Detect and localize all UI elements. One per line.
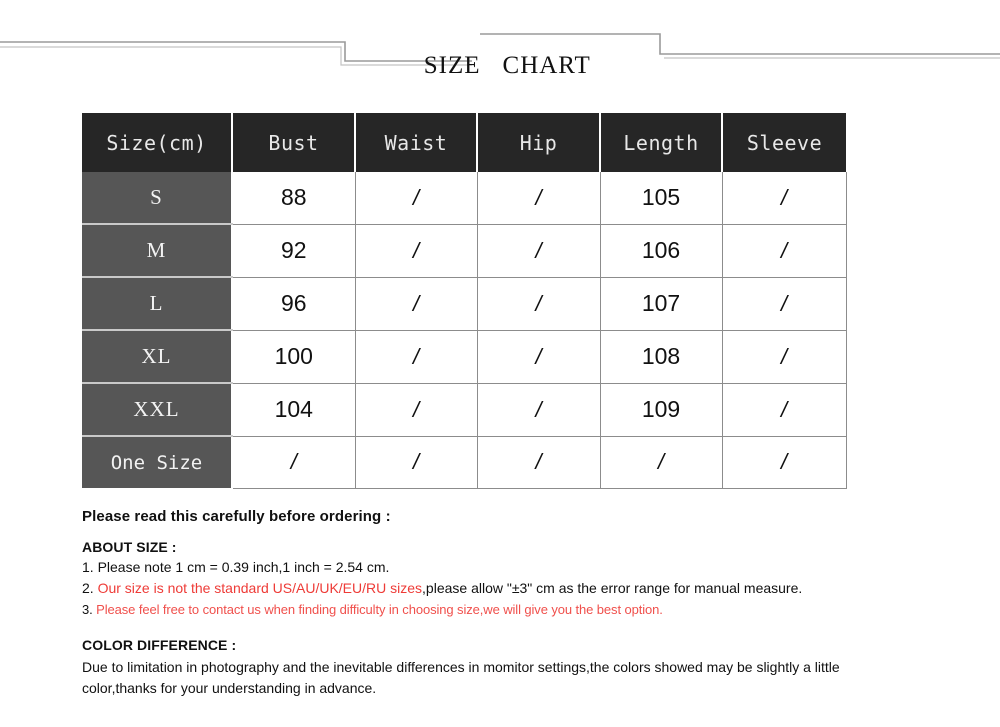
measurement-cell: /: [355, 277, 478, 331]
measurement-cell: 92: [232, 224, 356, 278]
size-label-cell: XL: [82, 330, 233, 384]
measurement-cell: /: [722, 383, 847, 437]
about-size-line-3-number: 3.: [82, 601, 93, 617]
table-row: S 88//105/: [82, 172, 847, 225]
notes-heading: Please read this carefully before orderi…: [82, 508, 391, 525]
measurement-cell: 100: [232, 330, 356, 384]
measurement-cell: /: [722, 436, 847, 489]
about-size-line-1: 1. Please note 1 cm = 0.39 inch,1 inch =…: [82, 559, 390, 575]
table-header-row: Size(cm) Bust Waist Hip Length Sleeve: [82, 113, 846, 172]
measurement-cell: /: [722, 172, 847, 225]
about-size-line-2: 2. Our size is not the standard US/AU/UK…: [82, 579, 932, 598]
size-chart-table-container: Size(cm) Bust Waist Hip Length Sleeve S8…: [82, 113, 847, 489]
measurement-cell: 108: [600, 330, 723, 384]
table-row: M 92//106/: [82, 224, 847, 278]
measurement-cell: 107: [600, 277, 723, 331]
about-size-heading: ABOUT SIZE :: [82, 539, 177, 555]
table-row: XL 100//108/: [82, 330, 847, 384]
table-body: S 88//105/M 92//106/L 96//107/XL 100//108/XX…: [82, 172, 847, 489]
measurement-cell: /: [477, 436, 601, 489]
about-size-line-3-red: Please feel free to contact us when find…: [92, 601, 663, 617]
page-title-word-chart: CHART: [502, 52, 591, 79]
color-difference-body: Due to limitation in photography and the…: [82, 658, 840, 696]
table-row: L 96//107/: [82, 277, 847, 331]
size-label-cell: M: [82, 224, 233, 278]
column-header-size: Size(cm): [82, 113, 233, 172]
column-header-length: Length: [600, 113, 723, 172]
measurement-cell: /: [232, 436, 356, 489]
about-size-line-3: 3. Please feel free to contact us when f…: [82, 601, 932, 619]
page-title-word-size: SIZE: [423, 52, 481, 79]
column-header-bust: Bust: [232, 113, 356, 172]
measurement-cell: /: [355, 436, 478, 489]
about-size-line-2-number: 2.: [82, 580, 94, 597]
table-row: XXL 104//109/: [82, 383, 847, 437]
about-size-line-2-red: Our size is not the standard US/AU/UK/EU…: [93, 580, 423, 597]
measurement-cell: 105: [600, 172, 723, 225]
size-label-cell: One Size: [82, 436, 233, 488]
measurement-cell: 109: [600, 383, 723, 437]
size-label-cell: XXL: [82, 383, 233, 437]
size-label-cell: L: [82, 277, 233, 331]
measurement-cell: /: [355, 330, 478, 384]
measurement-cell: 88: [232, 172, 356, 225]
measurement-cell: /: [355, 383, 478, 437]
page-title: SIZE CHART: [0, 24, 1000, 80]
measurement-cell: /: [600, 436, 723, 489]
measurement-cell: /: [477, 172, 601, 225]
measurement-cell: 96: [232, 277, 356, 331]
table-header: Size(cm) Bust Waist Hip Length Sleeve: [82, 113, 846, 172]
column-header-hip: Hip: [477, 113, 601, 172]
measurement-cell: /: [477, 383, 601, 437]
measurement-cell: /: [722, 277, 847, 331]
measurement-cell: 106: [600, 224, 723, 278]
measurement-cell: /: [355, 172, 478, 225]
measurement-cell: /: [722, 224, 847, 278]
column-header-waist: Waist: [355, 113, 478, 172]
measurement-cell: /: [477, 277, 601, 331]
measurement-cell: /: [355, 224, 478, 278]
size-chart-table: Size(cm) Bust Waist Hip Length Sleeve S8…: [82, 113, 847, 489]
measurement-cell: /: [722, 330, 847, 384]
about-size-line-2-black: ,please allow "±3" cm as the error range…: [422, 580, 803, 597]
notes-section: Please read this carefully before orderi…: [82, 508, 932, 699]
measurement-cell: /: [477, 330, 601, 384]
table-row: One Size / / / / /: [82, 436, 847, 489]
color-difference-heading: COLOR DIFFERENCE :: [82, 636, 237, 653]
size-label-cell: S: [82, 172, 233, 225]
column-header-sleeve: Sleeve: [722, 113, 846, 172]
measurement-cell: 104: [232, 383, 356, 437]
measurement-cell: /: [477, 224, 601, 278]
